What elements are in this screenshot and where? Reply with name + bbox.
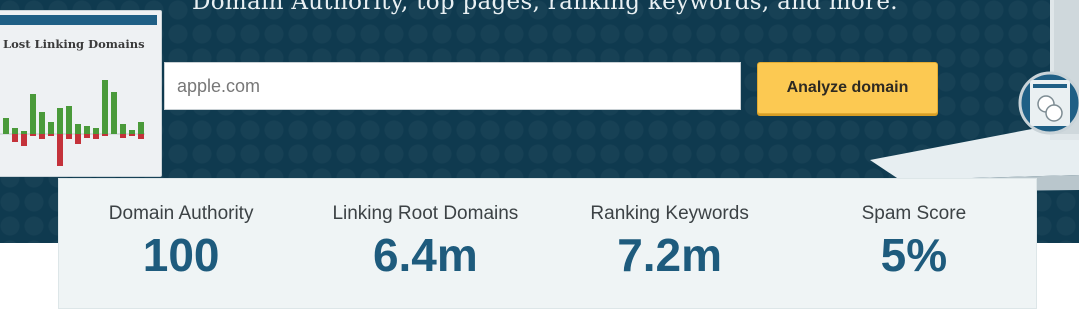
loss-bar	[138, 134, 144, 139]
gain-bar	[12, 128, 18, 134]
gain-bar	[102, 80, 108, 134]
gain-bar	[84, 126, 90, 134]
loss-bar	[120, 134, 126, 138]
metric-value: 100	[142, 229, 220, 281]
metric-value: 7.2m	[617, 229, 723, 281]
loss-bar	[102, 134, 108, 136]
gain-bar	[66, 106, 72, 134]
lost-linking-domains-card: Lost Linking Domains	[0, 10, 162, 177]
metric-value: 5%	[880, 229, 948, 281]
gain-bar	[93, 128, 99, 134]
loss-bar	[48, 134, 54, 136]
metric-label: Domain Authority	[108, 203, 254, 224]
loss-bar	[129, 134, 135, 136]
metric-label: Linking Root Domains	[332, 203, 519, 224]
loss-bar	[12, 134, 18, 142]
gain-bar	[75, 124, 81, 134]
gain-bar	[120, 124, 126, 134]
metric-ranking-keywords: Ranking Keywords 7.2m	[548, 179, 792, 308]
loss-bar	[75, 134, 81, 144]
gain-bar	[3, 118, 9, 134]
gain-bar	[111, 92, 117, 134]
loss-bar	[84, 134, 90, 138]
loss-bar	[66, 134, 72, 139]
gain-bar	[57, 108, 63, 134]
gain-bar	[129, 130, 135, 134]
gain-bar	[21, 131, 27, 134]
gain-bar	[138, 122, 144, 134]
metric-label: Ranking Keywords	[590, 203, 749, 224]
hero-subtitle: Domain Authority, top pages, ranking key…	[192, 0, 898, 15]
metric-spam-score: Spam Score 5%	[792, 179, 1036, 308]
metric-value: 6.4m	[372, 229, 478, 281]
metric-label: Spam Score	[861, 203, 967, 224]
loss-bar	[30, 134, 36, 136]
loss-bar	[21, 134, 27, 146]
metric-domain-authority: Domain Authority 100	[59, 179, 303, 308]
gain-bar	[48, 122, 54, 134]
toggle-badge-icon	[1018, 71, 1079, 135]
loss-bar	[93, 134, 99, 139]
gain-bar	[39, 112, 45, 134]
domain-search-input[interactable]	[164, 62, 741, 110]
loss-bar	[39, 134, 45, 139]
gain-bar	[30, 94, 36, 134]
metric-linking-root-domains: Linking Root Domains 6.4m	[303, 179, 547, 308]
domain-metrics-panel: Domain Authority 100 Linking Root Domain…	[58, 178, 1037, 309]
page: Domain Authority, top pages, ranking key…	[0, 0, 1079, 323]
lost-linking-domains-chart	[0, 80, 145, 166]
loss-bar	[57, 134, 63, 166]
